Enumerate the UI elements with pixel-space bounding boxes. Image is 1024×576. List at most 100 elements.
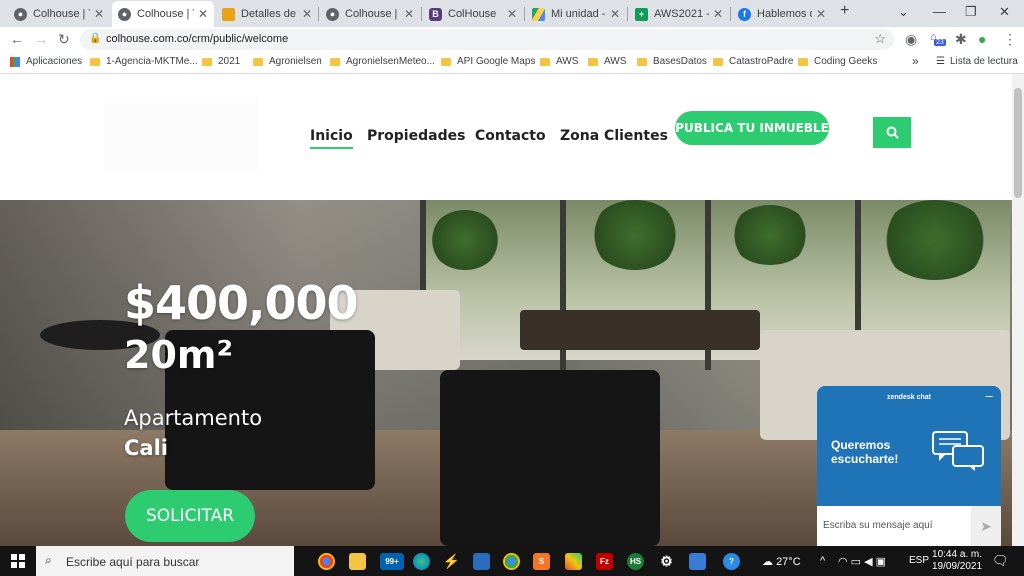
browser-tab[interactable]: ● Colhouse | Tu ✕ — [320, 1, 420, 27]
site-logo[interactable] — [104, 98, 258, 172]
language-indicator[interactable]: ESP — [909, 555, 929, 566]
system-clock[interactable]: 10:44 a. m. 19/09/2021 — [932, 549, 982, 573]
notifications-icon[interactable]: 🗨 — [992, 553, 1009, 569]
close-icon[interactable]: ✕ — [816, 7, 826, 21]
close-icon[interactable]: ✕ — [404, 7, 414, 21]
close-icon[interactable]: ✕ — [198, 7, 208, 21]
speaker-icon: ◀ — [864, 556, 873, 568]
publica-inmueble-button[interactable]: PUBLICA TU INMUEBLE — [675, 111, 829, 145]
edge-browser-icon[interactable] — [413, 553, 430, 570]
reading-list-button[interactable]: ☰ Lista de lectura — [936, 56, 1018, 67]
tab-search-icon[interactable]: ⌄ — [898, 4, 909, 20]
search-icon: ⌕ — [45, 553, 52, 567]
chrome-taskbar-icon[interactable] — [318, 553, 335, 570]
address-bar[interactable]: 🔒 colhouse.com.co/crm/public/welcome ☆ — [80, 29, 894, 50]
close-window-button[interactable]: ✕ — [999, 4, 1010, 20]
cloud-sun-icon: ☁ — [762, 556, 773, 568]
bookmark-apps[interactable]: Aplicaciones — [10, 56, 82, 67]
nav-link-contacto[interactable]: Contacto — [475, 128, 546, 144]
chat-message-field[interactable]: Escriba su mensaje aquí ➤ — [817, 506, 1001, 546]
bookmarks-overflow-button[interactable]: » — [912, 54, 919, 68]
extension-globe-icon[interactable]: ◉ — [905, 31, 917, 48]
windows-taskbar: ⌕ Escribe aquí para buscar 99+ ⚡ S Fz HS… — [0, 546, 1024, 576]
bookmark-folder[interactable]: 2021 — [202, 56, 240, 67]
bookmark-star-icon[interactable]: ☆ — [874, 31, 886, 47]
bookmark-folder[interactable]: Agronielsen — [253, 56, 322, 67]
browser-tab[interactable]: ● Colhouse | Tu ✕ — [8, 1, 110, 27]
browser-tab-strip: ● Colhouse | Tu ✕ ● Colhouse | Tu ✕ Deta… — [0, 0, 1024, 27]
bookmark-folder[interactable]: AWS — [588, 56, 626, 67]
mail-badge: 99+ — [385, 557, 399, 566]
menu-kebab-icon[interactable]: ⋮ — [1003, 31, 1017, 48]
browser-tab[interactable]: Detalles de la ✕ — [216, 1, 318, 27]
browser-tab[interactable]: + AWS2021 - H ✕ — [629, 1, 729, 27]
mail-app-icon[interactable]: 99+ — [380, 553, 404, 570]
bookmark-folder[interactable]: CatastroPadre — [713, 56, 793, 67]
help-icon[interactable]: ? — [723, 553, 740, 570]
close-icon[interactable]: ✕ — [610, 7, 620, 21]
sourcetree-icon[interactable] — [565, 553, 582, 570]
browser-tab[interactable]: Mi unidad - G ✕ — [526, 1, 626, 27]
page-scrollbar[interactable] — [1012, 74, 1024, 546]
chrome-alt-taskbar-icon[interactable] — [503, 553, 520, 570]
bookmark-label: AgronielsenMeteo... — [346, 56, 435, 67]
property-city: Cali — [124, 436, 168, 460]
taskbar-search-field[interactable]: ⌕ Escribe aquí para buscar — [36, 546, 294, 576]
app-window-icon[interactable] — [473, 553, 490, 570]
bookmark-label: 2021 — [218, 56, 241, 67]
property-price: $400,000 — [124, 276, 359, 330]
heidisql-icon[interactable]: HS — [627, 553, 644, 570]
search-button[interactable] — [873, 117, 911, 148]
reading-list-icon: ☰ — [936, 56, 945, 67]
weather-temperature: 27°C — [776, 556, 801, 568]
folder-icon — [588, 57, 598, 66]
back-arrow-icon[interactable]: ← — [10, 31, 24, 47]
nav-link-propiedades[interactable]: Propiedades — [367, 128, 465, 144]
settings-gear-icon[interactable]: ⚙ — [658, 553, 675, 570]
browser-tab[interactable]: f Hablemos de ✕ — [732, 1, 832, 27]
minimize-button[interactable]: — — [933, 4, 946, 19]
close-icon[interactable]: ✕ — [302, 7, 312, 21]
windows-start-button[interactable] — [0, 546, 36, 576]
close-icon[interactable]: ✕ — [507, 7, 517, 21]
chat-minimize-button[interactable]: – — [986, 388, 993, 403]
nav-link-inicio[interactable]: Inicio — [310, 128, 353, 149]
location-pin-icon[interactable]: ● — [978, 31, 986, 47]
extensions-puzzle-icon[interactable]: ✱ — [955, 31, 967, 48]
scrollbar-thumb[interactable] — [1014, 88, 1022, 198]
reload-icon[interactable]: ↻ — [58, 31, 70, 48]
vscode-icon[interactable]: ⚡ — [443, 553, 460, 570]
bootstrap-icon: B — [429, 7, 442, 21]
new-tab-button[interactable]: + — [840, 2, 849, 20]
extension-badge-icon[interactable]: ⌂ 23 — [930, 31, 946, 46]
tray-chevron-icon[interactable]: ^ — [820, 555, 825, 567]
file-explorer-icon[interactable] — [349, 553, 366, 570]
browser-tab[interactable]: B ColHouse ✕ — [423, 1, 523, 27]
bookmark-folder[interactable]: BasesDatos — [637, 56, 707, 67]
filezilla-icon[interactable]: Fz — [596, 553, 613, 570]
bookmark-folder[interactable]: AWS — [540, 56, 578, 67]
bookmark-folder[interactable]: API Google Maps — [441, 56, 535, 67]
close-icon[interactable]: ✕ — [713, 7, 723, 21]
wifi-icon: ◠ — [838, 556, 848, 568]
nav-link-zona-clientes[interactable]: Zona Clientes — [560, 128, 668, 144]
folder-icon — [713, 57, 723, 66]
browser-tab-active[interactable]: ● Colhouse | Tu ✕ — [112, 1, 214, 27]
weather-widget[interactable]: ☁ 27°C — [762, 555, 801, 568]
network-app-icon[interactable] — [689, 553, 706, 570]
send-arrow-icon[interactable]: ➤ — [971, 506, 1001, 546]
reading-list-label: Lista de lectura — [949, 56, 1018, 67]
bookmark-folder[interactable]: 1-Agencia-MKTMe... — [90, 56, 198, 67]
bookmark-folder[interactable]: Coding Geeks — [798, 56, 877, 67]
close-icon[interactable]: ✕ — [94, 7, 104, 21]
forward-arrow-icon[interactable]: → — [34, 31, 48, 47]
clock-date: 19/09/2021 — [932, 561, 983, 572]
tray-icons[interactable]: ◠ ▭ ◀ ▣ — [838, 555, 886, 568]
solicitar-button[interactable]: SOLICITAR — [125, 490, 255, 542]
bookmark-label: 1-Agencia-MKTMe... — [106, 56, 198, 67]
bookmark-folder[interactable]: AgronielsenMeteo... — [330, 56, 435, 67]
tab-separator — [730, 7, 731, 21]
bookmarks-bar: Aplicaciones 1-Agencia-MKTMe... 2021 Agr… — [0, 52, 1024, 74]
sublime-text-icon[interactable]: S — [533, 553, 550, 570]
restore-button[interactable]: ❐ — [965, 4, 977, 20]
